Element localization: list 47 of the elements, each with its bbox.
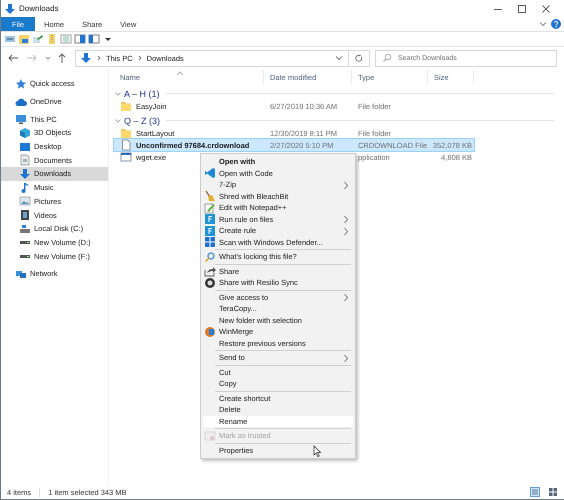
group-header[interactable]: Q – Z (3): [124, 116, 160, 126]
download-icon: [80, 52, 92, 64]
application-icon: [120, 151, 132, 163]
folder-icon: [120, 100, 132, 112]
monitor-icon: [15, 113, 27, 126]
desktop-icon: [19, 140, 31, 153]
film-icon: [19, 209, 31, 222]
magnifier-icon: [204, 250, 216, 263]
cube-icon: [19, 126, 31, 139]
document-icon: [19, 154, 31, 166]
code-editor-icon: [204, 167, 216, 180]
refresh-icon[interactable]: [349, 50, 370, 66]
pictures-icon: [19, 195, 31, 208]
chevron-down-icon[interactable]: [538, 20, 548, 28]
mouse-pointer-icon: [313, 445, 321, 457]
download-icon: [4, 2, 16, 14]
group-header[interactable]: A – H (1): [124, 88, 160, 98]
shield-grid-icon: [204, 236, 216, 248]
chevron-down-icon: [334, 54, 344, 62]
details-pane-icon[interactable]: [60, 33, 72, 45]
sort-caret-icon: [176, 71, 184, 76]
chevron-down-icon[interactable]: [114, 90, 122, 98]
notepad-icon: [204, 202, 216, 214]
star-icon: [15, 78, 27, 90]
chevron-right-icon: [136, 54, 143, 62]
folder-icon: [120, 127, 132, 139]
window-title: Downloads: [19, 4, 59, 13]
zip-icon[interactable]: [46, 33, 58, 45]
large-icons-view-icon[interactable]: [548, 487, 558, 497]
broom-icon: [204, 190, 216, 202]
up-arrow-icon[interactable]: [57, 52, 67, 64]
chevron-down-icon[interactable]: [114, 116, 122, 124]
share-icon: [204, 265, 216, 278]
navigation-pane-icon[interactable]: [88, 33, 100, 45]
chevron-right-icon: [96, 54, 102, 62]
f-square-icon: [204, 213, 216, 226]
drive-icon: [19, 222, 31, 235]
download-icon: [19, 168, 31, 180]
file-icon: [120, 139, 132, 151]
back-arrow-icon[interactable]: [6, 52, 20, 64]
new-folder-icon[interactable]: [18, 33, 30, 45]
details-view-icon[interactable]: [530, 487, 540, 497]
search-icon: [382, 53, 392, 63]
help-icon[interactable]: [551, 19, 561, 29]
music-note-icon: [19, 182, 31, 194]
preview-pane-icon[interactable]: [74, 33, 86, 45]
f-square-icon: [204, 224, 216, 237]
